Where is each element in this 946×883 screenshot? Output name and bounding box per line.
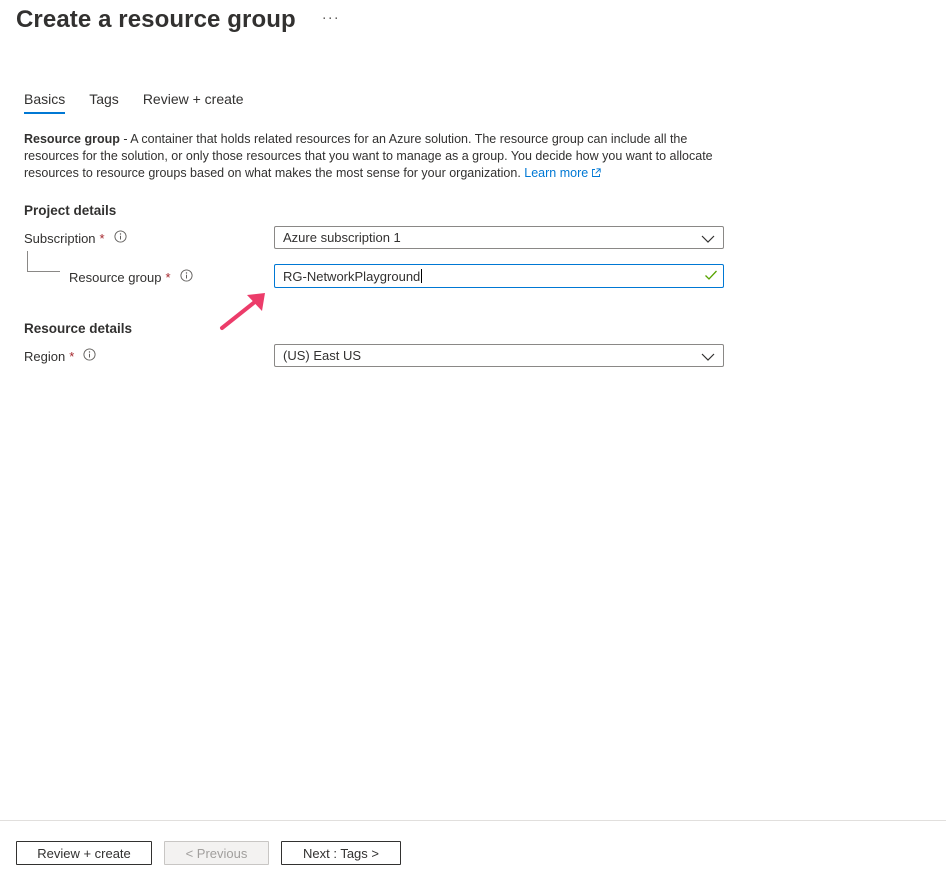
page-title: Create a resource group (16, 6, 296, 33)
learn-more-link[interactable]: Learn more (524, 166, 601, 180)
subscription-label-row: Subscription * (24, 230, 127, 246)
tab-tags[interactable]: Tags (89, 91, 119, 113)
resource-group-input[interactable]: RG-NetworkPlayground (274, 264, 724, 288)
next-tags-button[interactable]: Next : Tags > (281, 841, 401, 865)
review-create-button[interactable]: Review + create (16, 841, 152, 865)
region-value: (US) East US (283, 348, 362, 363)
info-icon[interactable] (180, 269, 193, 285)
external-link-icon (591, 166, 601, 183)
footer-divider (0, 820, 946, 821)
region-label: Region (24, 348, 66, 364)
checkmark-icon (704, 269, 718, 284)
resource-group-label: Resource group (69, 269, 162, 285)
tab-basics[interactable]: Basics (24, 91, 66, 114)
annotation-arrow-icon (214, 288, 270, 337)
resource-group-description: Resource group - A container that holds … (24, 131, 724, 183)
description-text: - A container that holds related resourc… (24, 132, 713, 180)
tab-review-create[interactable]: Review + create (143, 91, 244, 113)
tree-connector (27, 251, 60, 272)
info-icon[interactable] (83, 348, 96, 364)
required-marker: * (99, 230, 105, 246)
subscription-value: Azure subscription 1 (283, 230, 401, 245)
tab-bar: Basics Tags Review + create (24, 91, 268, 114)
learn-more-label: Learn more (524, 166, 589, 180)
resource-group-label-row: Resource group * (69, 269, 193, 285)
resource-group-value: RG-NetworkPlayground (283, 268, 421, 284)
info-icon[interactable] (114, 230, 127, 246)
chevron-down-icon (701, 232, 715, 247)
resource-details-heading: Resource details (24, 321, 133, 336)
ellipsis-icon[interactable]: ··· (322, 9, 340, 26)
description-term: Resource group (24, 132, 120, 146)
region-label-row: Region * (24, 348, 96, 364)
subscription-label: Subscription (24, 230, 96, 246)
text-caret (421, 269, 423, 283)
previous-button: < Previous (164, 841, 269, 865)
region-dropdown[interactable]: (US) East US (274, 344, 724, 367)
subscription-dropdown[interactable]: Azure subscription 1 (274, 226, 724, 249)
required-marker: * (69, 348, 75, 364)
page-header: Create a resource group ··· (16, 6, 340, 34)
required-marker: * (165, 269, 171, 285)
chevron-down-icon (701, 350, 715, 365)
project-details-heading: Project details (24, 203, 117, 218)
